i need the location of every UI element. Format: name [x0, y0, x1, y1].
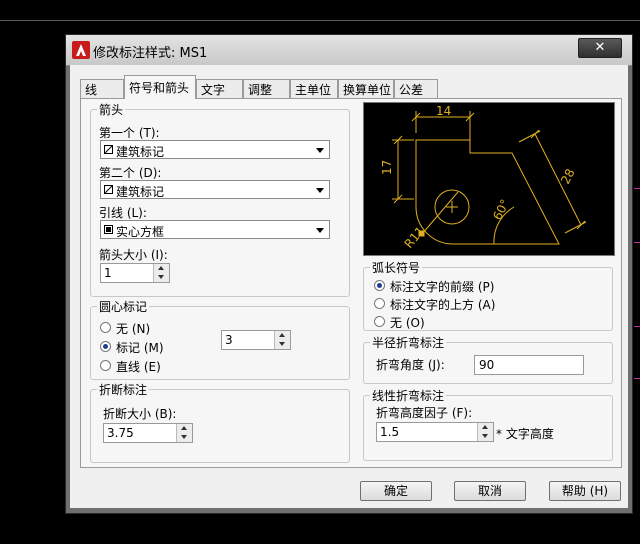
second-arrow-select[interactable]: 建筑标记 [100, 180, 330, 199]
spin-down-icon[interactable] [177, 433, 192, 442]
preview-dim-left: 17 [380, 160, 394, 175]
tab-text[interactable]: 文字 [196, 79, 243, 98]
preview-dim-top: 14 [436, 104, 451, 118]
tab-alternate-units[interactable]: 换算单位 [338, 79, 394, 98]
dimension-break-group: 折断标注 折断大小 (B): 3.75 [90, 381, 350, 463]
break-size-label: 折断大小 (B): [103, 407, 177, 421]
center-mark-size-spinner[interactable]: 3 [221, 330, 291, 350]
dimension-break-title: 折断标注 [97, 381, 150, 398]
box-filled-icon [104, 225, 113, 234]
spin-down-icon[interactable] [154, 273, 169, 282]
leader-arrow-select[interactable]: 实心方框 [100, 220, 330, 239]
arc-above-label: 标注文字的上方 (A) [390, 298, 496, 312]
tab-primary-units[interactable]: 主单位 [290, 79, 338, 98]
dimension-style-dialog: 修改标注样式: MS1 ✕ 线 符号和箭头 文字 调整 主单位 换算单位 公差 … [65, 34, 633, 514]
chevron-down-icon [316, 228, 324, 233]
jog-height-factor-label: 折弯高度因子 (F): [376, 406, 473, 420]
symbols-arrows-page: 箭头 第一个 (T): 建筑标记 第二个 (D): 建筑标记 引线 (L): 实… [80, 98, 622, 468]
jog-angle-label: 折弯角度 (J): [376, 358, 445, 372]
preview-dim-radius: R11 [402, 224, 428, 251]
jog-height-factor-spinner[interactable]: 1.5 [376, 422, 494, 442]
center-mark-radio[interactable] [100, 341, 111, 352]
second-arrow-label: 第二个 (D): [99, 166, 162, 180]
background-marker [634, 188, 640, 189]
tab-symbols-arrows[interactable]: 符号和箭头 [124, 75, 196, 99]
dialog-body: 线 符号和箭头 文字 调整 主单位 换算单位 公差 箭头 第一个 (T): 建筑… [70, 65, 628, 508]
center-line-radio[interactable] [100, 360, 111, 371]
preview-tick [530, 129, 540, 139]
tab-tolerances[interactable]: 公差 [394, 79, 438, 98]
center-line-label: 直线 (E) [116, 360, 161, 374]
preview-part-outline [415, 139, 560, 245]
arrow-size-label: 箭头大小 (I): [99, 248, 168, 262]
background-marker [634, 326, 640, 327]
center-marks-group: 圆心标记 无 (N) 标记 (M) 直线 (E) 3 [90, 298, 350, 380]
arc-above-radio[interactable] [374, 298, 385, 309]
linear-jog-title: 线性折弯标注 [370, 387, 447, 404]
tab-fit[interactable]: 调整 [243, 79, 290, 98]
preview-dim-right: 28 [558, 166, 577, 186]
architectural-tick-icon [104, 145, 113, 154]
arc-prefix-radio[interactable] [374, 280, 385, 291]
arc-prefix-label: 标注文字的前缀 (P) [390, 280, 495, 294]
architectural-tick-icon [104, 185, 113, 194]
center-none-label: 无 (N) [116, 322, 151, 336]
arrow-size-spinner[interactable]: 1 [100, 263, 170, 283]
jog-angle-input[interactable]: 90 [474, 355, 584, 375]
leader-label: 引线 (L): [99, 206, 147, 220]
center-marks-title: 圆心标记 [97, 298, 150, 315]
arrowheads-title: 箭头 [97, 101, 126, 118]
center-none-radio[interactable] [100, 322, 111, 333]
background-marker [634, 378, 640, 379]
autocad-logo-icon [72, 41, 90, 59]
break-size-spinner[interactable]: 3.75 [103, 423, 193, 443]
ok-button[interactable]: 确定 [360, 481, 432, 501]
background-marker [634, 242, 640, 243]
title-bar[interactable]: 修改标注样式: MS1 ✕ [66, 35, 632, 66]
close-button[interactable]: ✕ [578, 38, 622, 58]
preview-tick [576, 220, 586, 230]
arc-none-radio[interactable] [374, 316, 385, 327]
chevron-down-icon [316, 148, 324, 153]
tab-lines[interactable]: 线 [80, 79, 124, 98]
arc-length-title: 弧长符号 [370, 259, 423, 276]
spin-down-icon[interactable] [275, 340, 290, 349]
text-height-suffix: * 文字高度 [496, 427, 554, 441]
help-button[interactable]: 帮助 (H) [549, 481, 621, 501]
linear-jog-group: 线性折弯标注 折弯高度因子 (F): 1.5 * 文字高度 [363, 387, 613, 461]
dimension-preview: 14 17 28 60° R11 [363, 102, 615, 256]
radius-jog-title: 半径折弯标注 [370, 334, 447, 351]
cancel-button[interactable]: 取消 [454, 481, 526, 501]
first-arrow-label: 第一个 (T): [99, 126, 160, 140]
window-title: 修改标注样式: MS1 [93, 46, 208, 61]
arc-none-label: 无 (O) [390, 316, 425, 330]
preview-dim-angle: 60° [490, 197, 512, 222]
center-mark-label: 标记 (M) [116, 341, 164, 355]
chevron-down-icon [316, 188, 324, 193]
background-line [0, 20, 640, 21]
arc-length-group: 弧长符号 标注文字的前缀 (P) 标注文字的上方 (A) 无 (O) [363, 259, 613, 331]
close-icon: ✕ [594, 40, 606, 55]
spin-down-icon[interactable] [478, 432, 493, 441]
preview-radius-leader [421, 191, 459, 235]
radius-jog-group: 半径折弯标注 折弯角度 (J): 90 [363, 334, 613, 384]
arrowheads-group: 箭头 第一个 (T): 建筑标记 第二个 (D): 建筑标记 引线 (L): 实… [90, 101, 350, 297]
first-arrow-select[interactable]: 建筑标记 [100, 140, 330, 159]
